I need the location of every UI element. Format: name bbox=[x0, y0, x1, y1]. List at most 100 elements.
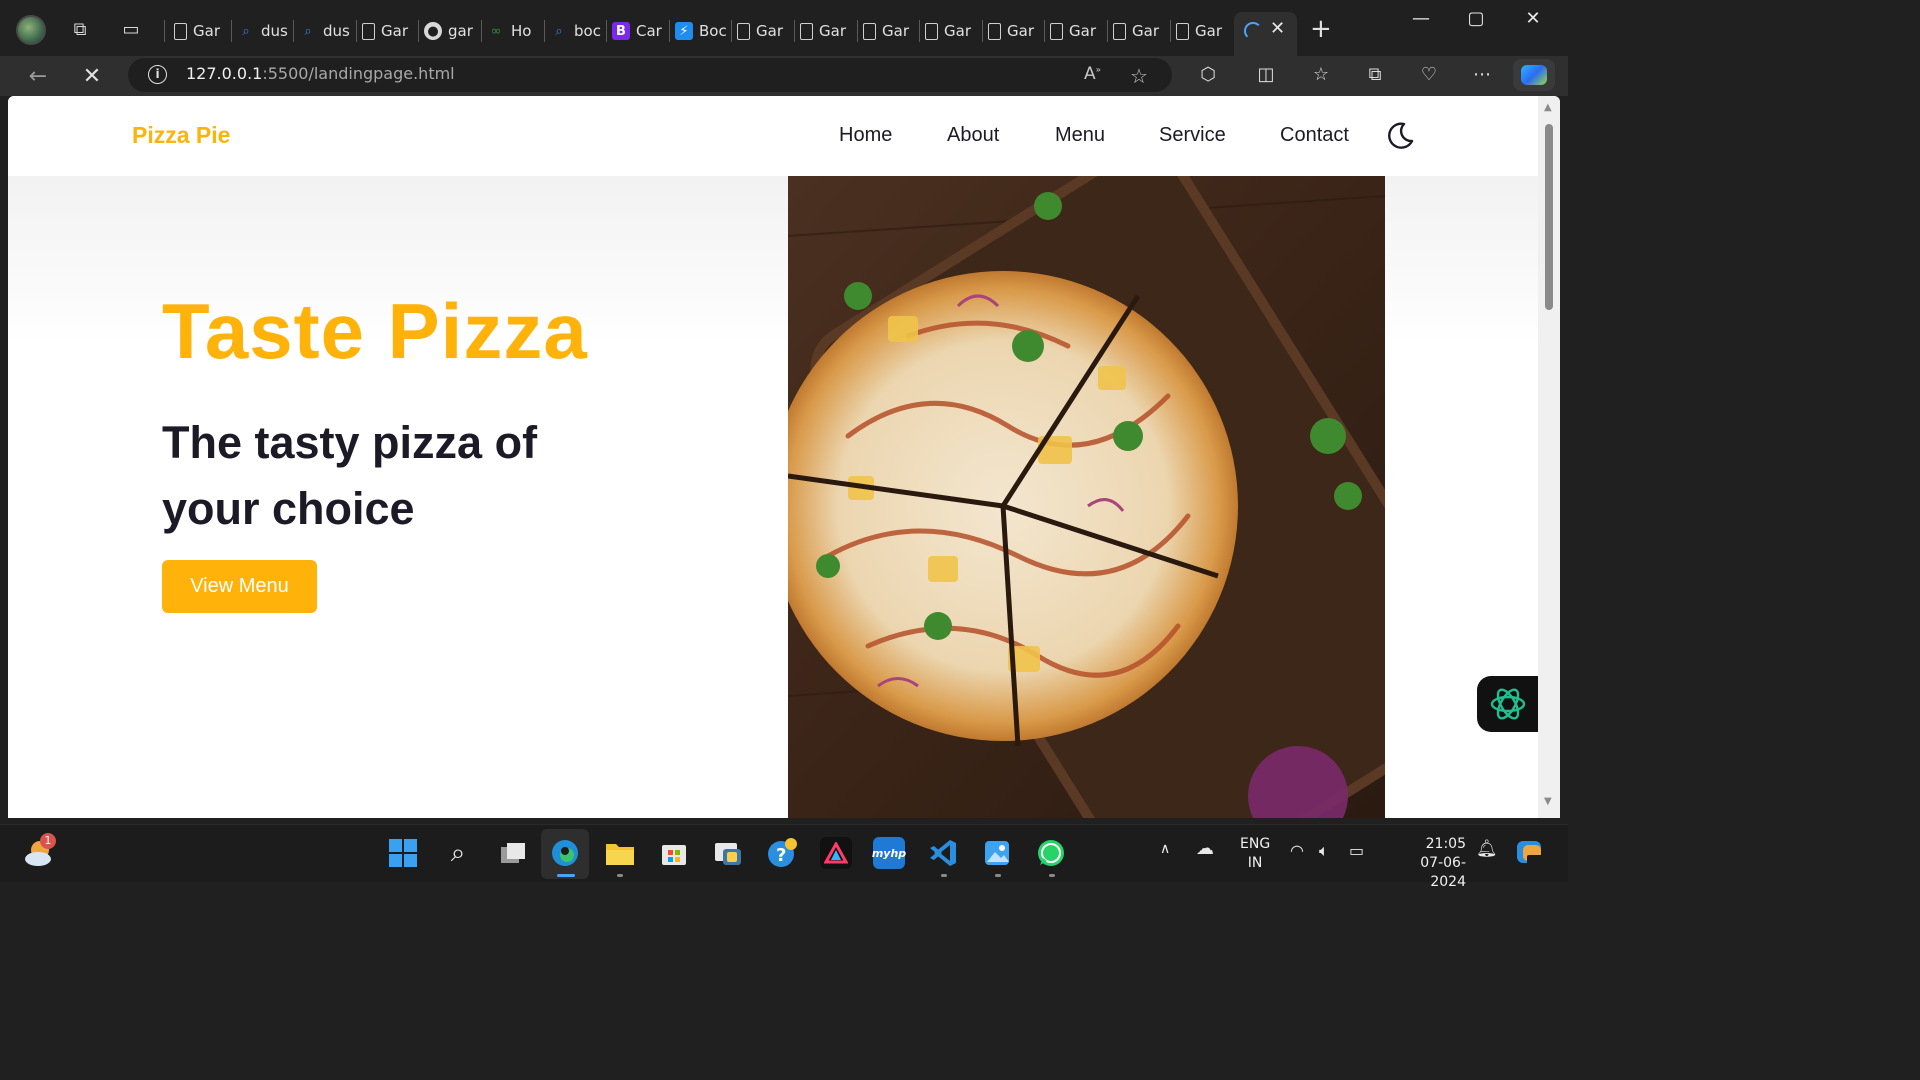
browser-tab[interactable]: ⌕ dus bbox=[299, 16, 351, 46]
browser-tab[interactable]: Gar bbox=[1176, 16, 1228, 46]
show-hidden-icons-chevron-icon[interactable]: ∧ bbox=[1160, 841, 1170, 857]
workspaces-icon[interactable]: ⧉ bbox=[68, 18, 92, 42]
copilot-preview-taskbar-icon[interactable] bbox=[1514, 837, 1546, 869]
edge-browser-icon[interactable] bbox=[549, 837, 581, 869]
vscode-icon[interactable] bbox=[927, 837, 959, 869]
tab-active[interactable]: ✕ bbox=[1234, 12, 1297, 56]
clock-time: 21:05 bbox=[1425, 836, 1466, 852]
more-options-icon[interactable]: ⋯ bbox=[1468, 64, 1496, 85]
tab-separator bbox=[919, 20, 920, 42]
nav-menu[interactable]: Menu bbox=[1055, 124, 1105, 147]
search-icon: ⌕ bbox=[555, 23, 563, 39]
scroll-down-arrow-icon[interactable]: ▼ bbox=[1544, 796, 1552, 807]
green-link-icon: ∞ bbox=[490, 23, 502, 39]
tab-label: Boc bbox=[699, 22, 727, 40]
extensions-icon[interactable]: ⬡ bbox=[1194, 64, 1222, 85]
scroll-thumb[interactable] bbox=[1545, 124, 1553, 310]
close-tab-icon[interactable]: ✕ bbox=[1270, 18, 1285, 39]
browser-tab[interactable]: Gar bbox=[988, 16, 1040, 46]
language-indicator[interactable]: ENG IN bbox=[1240, 835, 1270, 873]
tab-label: Ho bbox=[511, 22, 532, 40]
whatsapp-running-indicator bbox=[1049, 874, 1055, 877]
scroll-up-arrow-icon[interactable]: ▲ bbox=[1544, 102, 1552, 113]
browser-tab[interactable]: ⌕ boc bbox=[550, 16, 602, 46]
tab-separator bbox=[982, 20, 983, 42]
start-windows-icon[interactable] bbox=[387, 837, 419, 869]
view-menu-button[interactable]: View Menu bbox=[162, 560, 317, 613]
browser-tab[interactable]: Gar bbox=[1050, 16, 1102, 46]
language-region: IN bbox=[1247, 855, 1263, 871]
tab-label: Gar bbox=[1007, 22, 1034, 40]
browser-tab[interactable]: Gar bbox=[925, 16, 977, 46]
profile-avatar[interactable] bbox=[16, 15, 46, 45]
document-icon bbox=[863, 22, 876, 40]
tab-actions-icon[interactable]: ▭ bbox=[119, 18, 143, 42]
task-view-icon[interactable] bbox=[497, 837, 529, 869]
read-aloud-icon[interactable]: A» bbox=[1084, 64, 1101, 84]
stop-loading-button[interactable]: ✕ bbox=[77, 62, 107, 92]
address-bar[interactable]: i 127.0.0.1:5500/landingpage.html A» ☆ bbox=[128, 58, 1172, 92]
minimize-button[interactable]: — bbox=[1406, 8, 1436, 29]
close-window-button[interactable]: ✕ bbox=[1518, 8, 1548, 29]
microsoft-store-icon[interactable] bbox=[658, 837, 690, 869]
browser-tab[interactable]: B Car bbox=[612, 16, 664, 46]
tab-label: dus bbox=[323, 22, 350, 40]
whatsapp-icon[interactable] bbox=[1035, 837, 1067, 869]
document-icon bbox=[362, 22, 375, 40]
browser-tab[interactable]: ● gar bbox=[424, 16, 476, 46]
get-help-icon[interactable]: ? bbox=[766, 837, 798, 869]
browser-tab[interactable]: ⚡ Boc bbox=[675, 16, 727, 46]
site-logo[interactable]: Pizza Pie bbox=[132, 122, 230, 149]
favorite-star-icon[interactable]: ☆ bbox=[1130, 64, 1148, 88]
browser-tab[interactable]: Gar bbox=[737, 16, 789, 46]
back-button[interactable]: ← bbox=[23, 62, 53, 92]
tab-separator bbox=[731, 20, 732, 42]
collections-icon[interactable]: ⧉ bbox=[1361, 64, 1389, 85]
affinity-app-icon[interactable] bbox=[820, 837, 852, 869]
tab-separator bbox=[1107, 20, 1108, 42]
github-icon: ● bbox=[424, 22, 442, 40]
bootstrap-icon: B bbox=[612, 22, 630, 40]
tab-separator bbox=[606, 20, 607, 42]
search-icon[interactable]: ⌕ bbox=[442, 837, 474, 869]
url-path: :5500/landingpage.html bbox=[262, 64, 455, 83]
photos-icon[interactable] bbox=[981, 837, 1013, 869]
tab-separator bbox=[544, 20, 545, 42]
tab-label: dus bbox=[261, 22, 288, 40]
browser-tab[interactable]: Gar bbox=[174, 16, 226, 46]
file-explorer-icon[interactable] bbox=[604, 837, 636, 869]
browser-tab[interactable]: Gar bbox=[362, 16, 414, 46]
python-icon[interactable] bbox=[712, 837, 744, 869]
nav-about[interactable]: About bbox=[947, 124, 999, 147]
new-tab-button[interactable]: + bbox=[1310, 14, 1332, 44]
site-info-icon[interactable]: i bbox=[148, 65, 167, 84]
wifi-icon[interactable]: ◠ bbox=[1290, 841, 1304, 860]
copilot-icon[interactable] bbox=[1513, 59, 1555, 91]
browser-tab[interactable]: ⌕ dus bbox=[237, 16, 289, 46]
browser-tab[interactable]: Gar bbox=[800, 16, 852, 46]
page-scrollbar[interactable]: ▲ ▼ bbox=[1538, 96, 1560, 818]
browser-essentials-icon[interactable]: ♡ bbox=[1415, 64, 1443, 85]
volume-icon[interactable]: 🔈︎ bbox=[1319, 841, 1329, 861]
battery-icon[interactable]: ▭ bbox=[1349, 841, 1364, 860]
myhp-icon[interactable]: my hp bbox=[872, 837, 906, 869]
dark-mode-moon-icon[interactable] bbox=[1384, 120, 1416, 152]
maximize-button[interactable]: ▢ bbox=[1461, 8, 1491, 29]
url-text[interactable]: 127.0.0.1:5500/landingpage.html bbox=[186, 64, 455, 83]
nav-service[interactable]: Service bbox=[1159, 124, 1226, 147]
onedrive-cloud-icon[interactable]: ☁ bbox=[1196, 838, 1214, 859]
system-clock[interactable]: 21:05 07-06-2024 bbox=[1388, 835, 1466, 892]
split-screen-icon[interactable]: ◫ bbox=[1252, 64, 1280, 85]
browser-tab[interactable]: Gar bbox=[863, 16, 915, 46]
nav-home[interactable]: Home bbox=[839, 124, 892, 147]
tab-label: Gar bbox=[756, 22, 783, 40]
tab-label: boc bbox=[574, 22, 601, 40]
notification-bell-icon[interactable]: 🔔︎ bbox=[1476, 839, 1498, 859]
favorites-icon[interactable]: ☆ bbox=[1307, 64, 1335, 85]
browser-tab[interactable]: Gar bbox=[1113, 16, 1165, 46]
nav-contact[interactable]: Contact bbox=[1280, 124, 1349, 147]
document-icon bbox=[1113, 22, 1126, 40]
chatbot-button[interactable] bbox=[1477, 676, 1539, 732]
browser-tab[interactable]: ∞ Ho bbox=[487, 16, 539, 46]
tab-separator bbox=[481, 20, 482, 42]
